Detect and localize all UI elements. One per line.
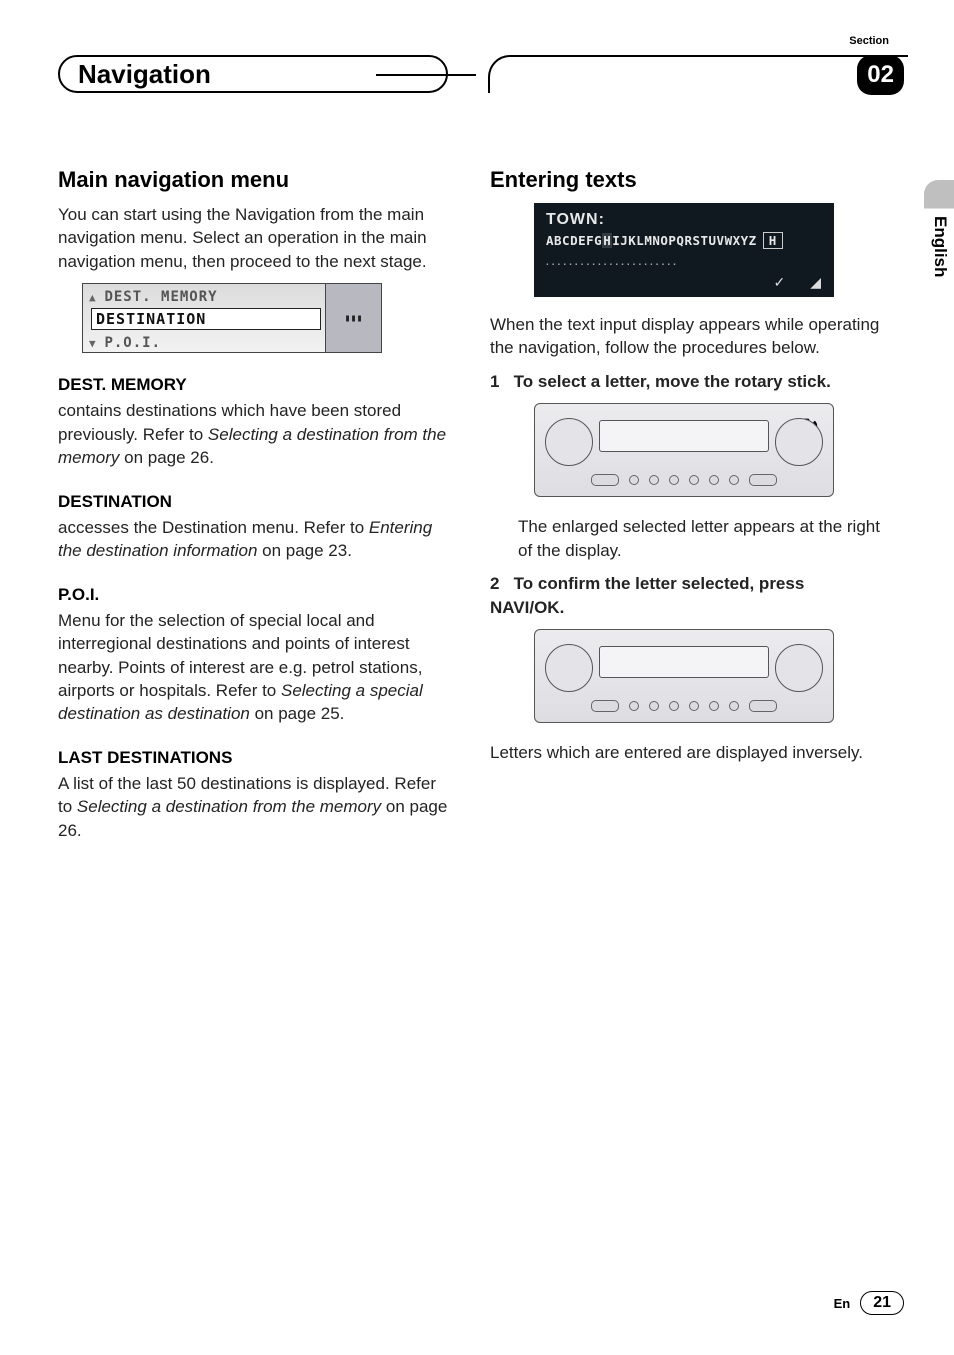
left-column: Main navigation menu You can start using… — [58, 167, 448, 852]
step-1-result: The enlarged selected letter appears at … — [518, 515, 880, 562]
step-1: 1 To select a letter, move the rotary st… — [490, 370, 880, 393]
dest-memory-text: contains destinations which have been st… — [58, 399, 448, 469]
p-b: on page 25. — [250, 704, 345, 723]
nav-title-pill: Navigation — [58, 55, 448, 93]
stereo-buttons — [591, 472, 777, 488]
stereo-figure-rotate: ↻ — [534, 403, 834, 497]
l-i: Selecting a destination from the memory — [77, 797, 381, 816]
poi-text: Menu for the selection of special local … — [58, 609, 448, 726]
main-nav-intro: You can start using the Navigation from … — [58, 203, 448, 273]
lcd-row-1-text: DEST. MEMORY — [104, 289, 217, 305]
l2a: ABCDEFG — [546, 233, 602, 248]
rotate-arrow-icon: ↻ — [801, 414, 819, 440]
page-header: Section 02 Navigation — [58, 35, 904, 107]
stereo-buttons-2 — [591, 698, 777, 714]
l2b: IJKLMNOPQRSTUVWXYZ — [612, 233, 756, 248]
header-rule — [488, 55, 908, 93]
destination-heading: DESTINATION — [58, 492, 448, 512]
lcd-side-icons: ▮▮▮ — [325, 284, 381, 352]
stereo-screen-2 — [599, 646, 769, 678]
dm-b: on page 26. — [119, 448, 214, 467]
rotary-knob-2: ⬇ — [785, 652, 815, 682]
step-2-result: Letters which are entered are displayed … — [490, 741, 880, 764]
entering-texts-heading: Entering texts — [490, 167, 880, 193]
lcd2-line2: ABCDEFGHIJKLMNOPQRSTUVWXYZH — [546, 233, 783, 248]
dest-memory-heading: DEST. MEMORY — [58, 375, 448, 395]
eraser-icon: ◢ — [810, 274, 822, 291]
s1n: 1 — [490, 372, 499, 391]
check-icon: ✓ — [773, 274, 786, 291]
lcd2-line1: TOWN: — [546, 211, 605, 229]
rotary-knob — [785, 426, 815, 456]
s2t: To confirm the letter selected, press NA… — [490, 574, 804, 616]
nav-title: Navigation — [78, 59, 211, 90]
section-label: Section — [849, 35, 889, 47]
press-arrow-icon: ⬇ — [789, 652, 811, 683]
page-footer: En 21 — [834, 1291, 904, 1315]
town-input-screenshot: TOWN: ABCDEFGHIJKLMNOPQRSTUVWXYZH ......… — [534, 203, 834, 297]
destination-text: accesses the Destination menu. Refer to … — [58, 516, 448, 563]
last-dest-heading: LAST DESTINATIONS — [58, 748, 448, 768]
step-2: 2 To confirm the letter selected, press … — [490, 572, 880, 619]
lcd2-dots: ....................... — [546, 257, 679, 268]
right-column: Entering texts TOWN: ABCDEFGHIJKLMNOPQRS… — [490, 167, 880, 852]
entering-texts-intro: When the text input display appears whil… — [490, 313, 880, 360]
lcd-row-3: ▼ P.O.I. — [91, 332, 321, 354]
lcd-row-3-text: P.O.I. — [104, 335, 161, 351]
language-tab-label: English — [930, 216, 950, 277]
main-nav-heading: Main navigation menu — [58, 167, 448, 193]
stereo-screen — [599, 420, 769, 452]
d-b: on page 23. — [257, 541, 352, 560]
lcd-row-1: ▲ DEST. MEMORY — [91, 286, 321, 308]
footer-page-number: 21 — [860, 1291, 904, 1315]
stereo-figure-press: ⬇ — [534, 629, 834, 723]
footer-lang: En — [834, 1296, 851, 1311]
l2box: H — [763, 232, 783, 249]
content-columns: Main navigation menu You can start using… — [58, 167, 904, 852]
d-a: accesses the Destination menu. Refer to — [58, 518, 369, 537]
dest-menu-screenshot: ▲ DEST. MEMORY DESTINATION ▼ P.O.I. ▮▮▮ — [82, 283, 382, 353]
last-dest-text: A list of the last 50 destinations is di… — [58, 772, 448, 842]
l2hi: H — [602, 233, 612, 248]
s2n: 2 — [490, 574, 499, 593]
lcd2-icons: ✓◢ — [773, 274, 822, 291]
poi-heading: P.O.I. — [58, 585, 448, 605]
s1t: To select a letter, move the rotary stic… — [514, 372, 831, 391]
lcd-row-2-selected: DESTINATION — [91, 308, 321, 330]
